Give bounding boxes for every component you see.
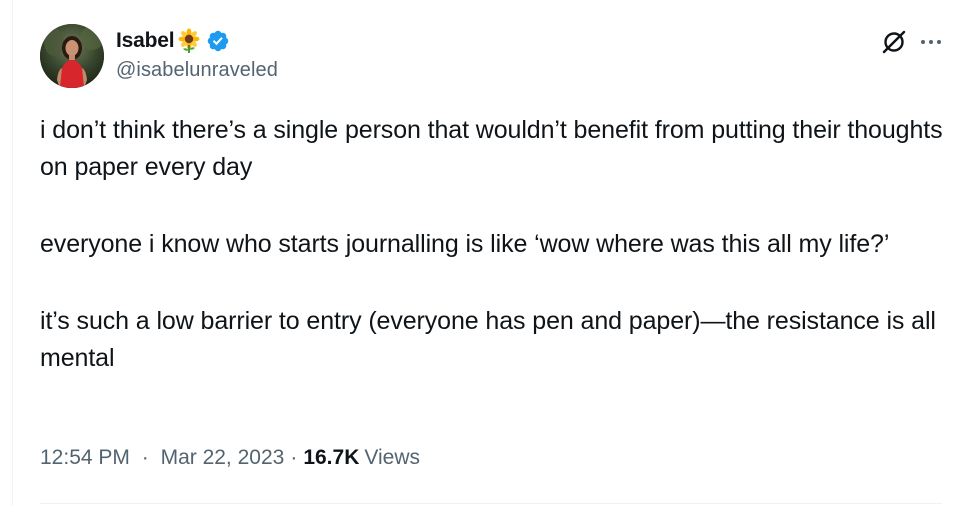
sunflower-icon — [176, 28, 202, 54]
author-handle[interactable]: @isabelunraveled — [116, 59, 278, 82]
bottom-divider — [40, 503, 942, 504]
meta-separator: · — [141, 446, 149, 469]
display-name[interactable]: Isabel — [116, 29, 175, 53]
tweet-paragraph: it’s such a low barrier to entry (everyo… — [40, 307, 943, 372]
views-link[interactable]: 16.7K Views — [303, 446, 420, 470]
tweet-card: Isabel @isabelunraveled i don’t think th… — [0, 0, 968, 506]
tweet-header: Isabel @isabelunraveled — [40, 24, 944, 90]
tweet-paragraph: everyone i know who starts journalling i… — [40, 230, 890, 258]
tweet-time: 12:54 PM — [40, 446, 130, 469]
tweet-timestamp[interactable]: 12:54 PM · Mar 22, 2023 — [40, 446, 284, 470]
grok-icon[interactable] — [880, 28, 908, 56]
views-label: Views — [364, 446, 421, 469]
tweet-meta: 12:54 PM · Mar 22, 2023 · 16.7K Views — [40, 446, 420, 470]
tweet-text: i don’t think there’s a single person th… — [40, 112, 950, 377]
avatar-photo — [40, 24, 104, 88]
meta-separator: · — [290, 446, 298, 469]
author-names: Isabel @isabelunraveled — [116, 26, 278, 82]
verified-badge-icon[interactable] — [206, 29, 230, 53]
views-count: 16.7K — [303, 446, 360, 469]
avatar[interactable] — [40, 24, 104, 88]
more-horizontal-icon[interactable] — [918, 29, 944, 55]
tweet-paragraph: i don’t think there’s a single person th… — [40, 116, 950, 181]
left-divider — [12, 0, 13, 506]
tweet-date: Mar 22, 2023 — [160, 446, 285, 469]
header-actions — [880, 28, 944, 56]
display-name-row: Isabel — [116, 26, 278, 56]
